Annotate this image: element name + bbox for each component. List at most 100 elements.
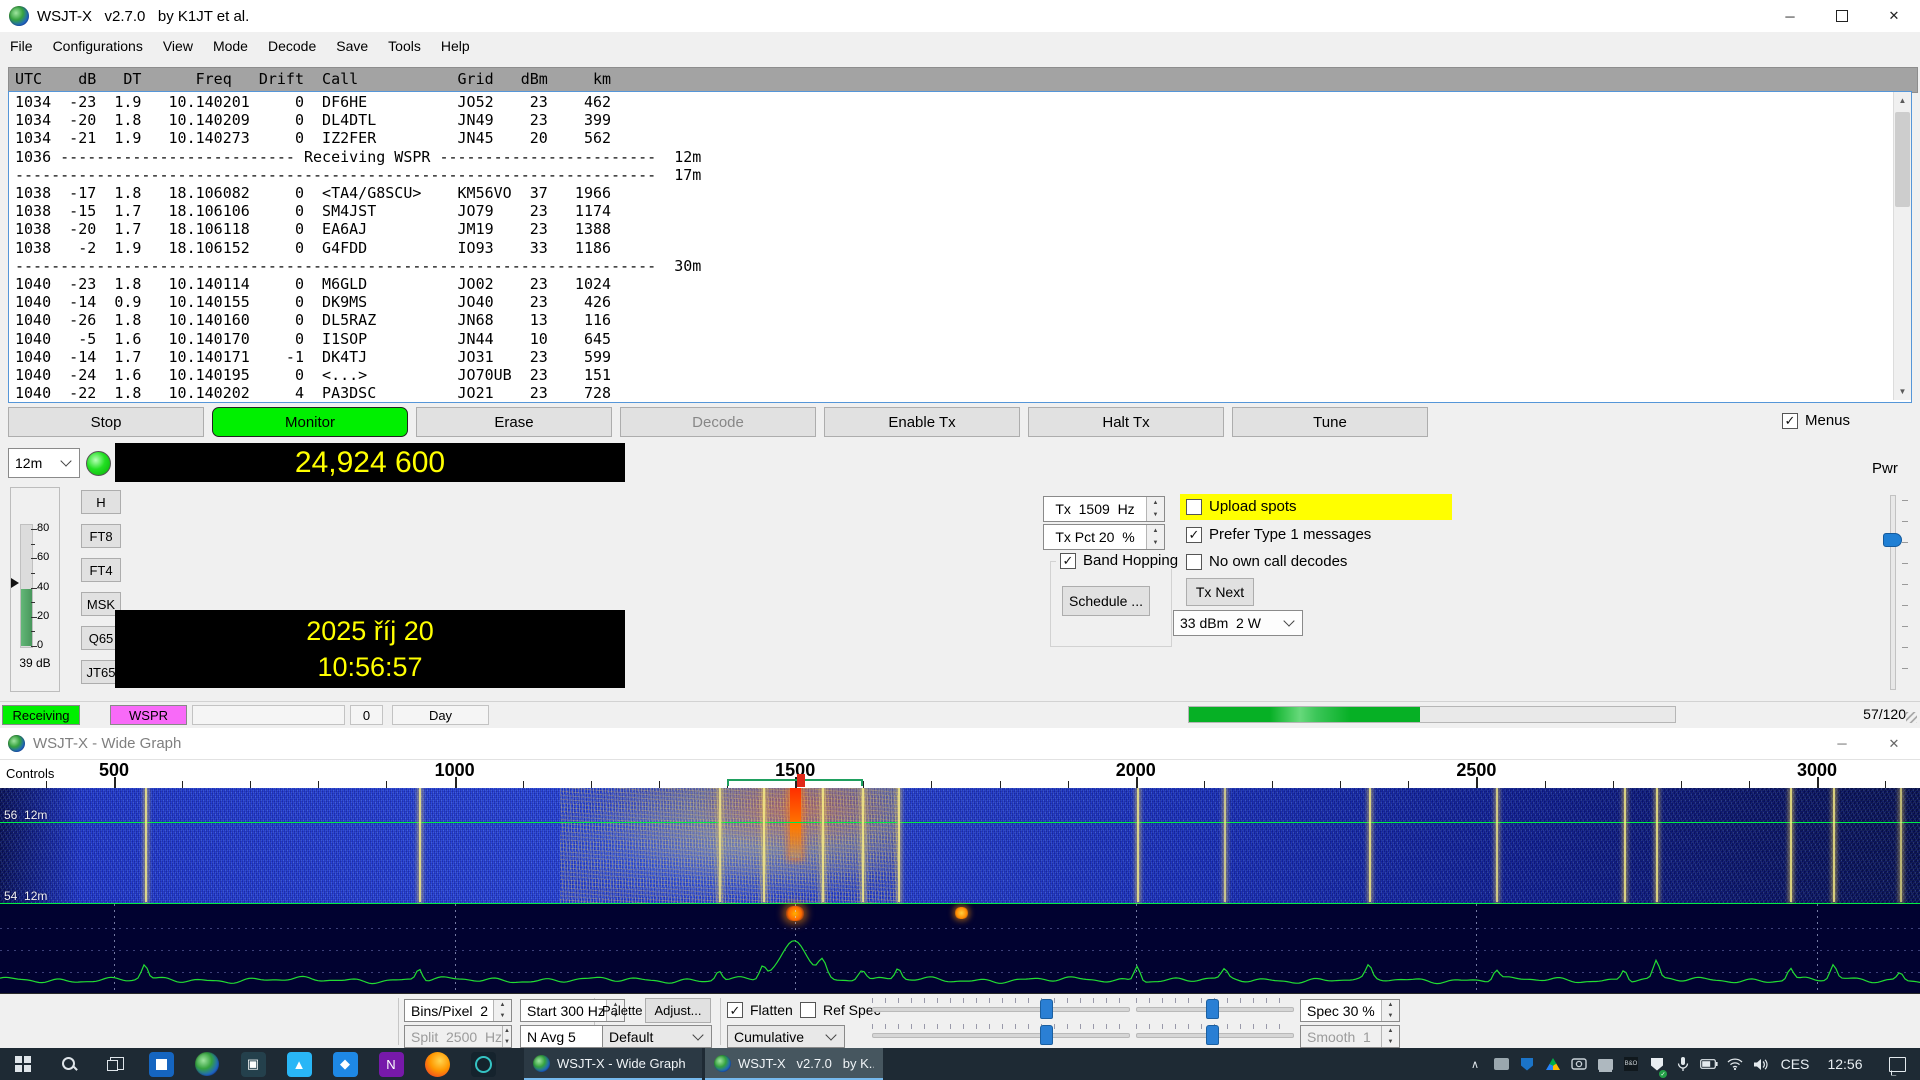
close-icon[interactable]: ✕ xyxy=(1868,728,1920,759)
search-button[interactable] xyxy=(46,1048,92,1080)
prefer-type1-row[interactable]: ✓ Prefer Type 1 messages xyxy=(1186,526,1371,543)
close-icon[interactable]: ✕ xyxy=(1868,0,1920,32)
palette-selector[interactable]: Default xyxy=(602,1025,712,1048)
band-hopping-checkbox[interactable]: ✓ xyxy=(1060,553,1076,569)
spin-down-icon[interactable]: ▼ xyxy=(494,1011,511,1022)
pinned-app-2[interactable]: ▣ xyxy=(230,1048,276,1080)
tx-frequency-marker[interactable] xyxy=(797,774,805,787)
slider-handle[interactable] xyxy=(1206,1025,1219,1045)
slider-handle[interactable] xyxy=(1206,999,1219,1019)
start-button[interactable] xyxy=(0,1048,46,1080)
menus-checkbox[interactable]: ✓ xyxy=(1782,413,1798,429)
split-spinner[interactable]: Split 2500 Hz ▲▼ xyxy=(404,1025,512,1048)
spin-up-icon[interactable]: ▲ xyxy=(1382,1026,1399,1037)
menu-tools[interactable]: Tools xyxy=(378,32,431,60)
monitor-button[interactable]: Monitor xyxy=(212,407,408,437)
controls-toggle[interactable]: Controls xyxy=(6,766,54,781)
menu-save[interactable]: Save xyxy=(326,32,378,60)
mode-button-ft8[interactable]: FT8 xyxy=(81,524,121,548)
spin-up-icon[interactable]: ▲ xyxy=(494,1000,511,1011)
waterfall-display[interactable]: 56 12m 54 12m xyxy=(0,788,1920,993)
spin-down-icon[interactable]: ▼ xyxy=(1147,537,1164,549)
adjust-button[interactable]: Adjust... xyxy=(645,998,711,1023)
enable-tx-button[interactable]: Enable Tx xyxy=(824,407,1020,437)
tune-button[interactable]: Tune xyxy=(1232,407,1428,437)
menu-help[interactable]: Help xyxy=(431,32,480,60)
pinned-app-5[interactable]: N xyxy=(368,1048,414,1080)
tray-google-drive-icon[interactable] xyxy=(1540,1048,1566,1080)
tray-app-window-icon[interactable] xyxy=(1488,1048,1514,1080)
tray-camera-icon[interactable] xyxy=(1566,1048,1592,1080)
wide-graph-titlebar[interactable]: WSJT-X - Wide Graph ─ ✕ xyxy=(0,728,1920,760)
decode-scrollbar[interactable]: ▲ ▼ xyxy=(1893,92,1911,400)
decode-button[interactable]: Decode xyxy=(620,407,816,437)
stop-button[interactable]: Stop xyxy=(8,407,204,437)
taskbar-window-wide-graph[interactable]: WSJT-X - Wide Graph xyxy=(524,1048,702,1080)
flatten-row[interactable]: ✓ Flatten xyxy=(727,1002,793,1018)
scrollbar-thumb[interactable] xyxy=(1895,112,1910,207)
waterfall-gain-slider[interactable] xyxy=(872,1007,1130,1012)
tray-touchpad-icon[interactable] xyxy=(1592,1048,1618,1080)
menu-view[interactable]: View xyxy=(153,32,203,60)
tray-microphone-icon[interactable] xyxy=(1670,1048,1696,1080)
action-center-icon[interactable] xyxy=(1874,1048,1920,1080)
scroll-up-icon[interactable]: ▲ xyxy=(1894,92,1911,109)
spec-pct-spinner[interactable]: Spec 30 % ▲▼ xyxy=(1300,999,1400,1022)
pwr-slider-track[interactable] xyxy=(1890,495,1896,690)
tray-wifi-icon[interactable] xyxy=(1722,1048,1748,1080)
tray-battery-icon[interactable] xyxy=(1696,1048,1722,1080)
halt-tx-button[interactable]: Halt Tx xyxy=(1028,407,1224,437)
prefer-type1-checkbox[interactable]: ✓ xyxy=(1186,527,1202,543)
no-own-call-checkbox[interactable]: ✓ xyxy=(1186,554,1202,570)
slider-handle[interactable] xyxy=(1040,999,1053,1019)
spin-up-icon[interactable]: ▲ xyxy=(1147,525,1164,537)
tray-defender-shield-icon[interactable] xyxy=(1514,1048,1540,1080)
band-selector[interactable]: 12m xyxy=(8,448,80,478)
tray-overflow-button[interactable]: ∧ xyxy=(1462,1048,1488,1080)
task-view-button[interactable] xyxy=(92,1048,138,1080)
spin-down-icon[interactable]: ▼ xyxy=(1147,509,1164,521)
spectrum-gain-slider[interactable] xyxy=(872,1033,1130,1038)
tray-volume-icon[interactable] xyxy=(1748,1048,1774,1080)
pinned-app-1[interactable] xyxy=(138,1048,184,1080)
tray-security-icon[interactable]: ✓ xyxy=(1644,1048,1670,1080)
menu-mode[interactable]: Mode xyxy=(203,32,258,60)
tray-language-indicator[interactable]: CES xyxy=(1774,1048,1816,1080)
upload-spots-checkbox[interactable]: ✓ xyxy=(1186,499,1202,515)
spin-down-icon[interactable]: ▼ xyxy=(503,1037,511,1048)
flatten-checkbox[interactable]: ✓ xyxy=(727,1002,743,1018)
tx-freq-spinner[interactable]: Tx 1509 Hz ▲▼ xyxy=(1043,496,1165,522)
minimize-icon[interactable]: ─ xyxy=(1816,728,1868,759)
spin-down-icon[interactable]: ▼ xyxy=(1382,1037,1399,1048)
menu-decode[interactable]: Decode xyxy=(258,32,326,60)
pinned-app-wsjtx[interactable] xyxy=(184,1048,230,1080)
spin-up-icon[interactable]: ▲ xyxy=(1382,1000,1399,1011)
main-titlebar[interactable]: WSJT-X v2.7.0 by K1JT et al. ─ ✕ xyxy=(0,0,1920,33)
spin-up-icon[interactable]: ▲ xyxy=(503,1026,511,1037)
pinned-app-6[interactable] xyxy=(460,1048,506,1080)
pinned-app-firefox[interactable] xyxy=(414,1048,460,1080)
slider-handle[interactable] xyxy=(1040,1025,1053,1045)
taskbar-window-main[interactable]: WSJT-X v2.7.0 by K... xyxy=(705,1048,883,1080)
band-hopping-row[interactable]: ✓ Band Hopping xyxy=(1056,552,1182,569)
menus-checkbox-row[interactable]: ✓ Menus xyxy=(1782,412,1850,429)
maximize-icon[interactable] xyxy=(1816,0,1868,32)
tx-pct-spinner[interactable]: Tx Pct 20 % ▲▼ xyxy=(1043,524,1165,550)
upload-spots-row[interactable]: ✓ Upload spots xyxy=(1186,498,1297,515)
schedule-button[interactable]: Schedule ... xyxy=(1062,586,1150,616)
tx-next-button[interactable]: Tx Next xyxy=(1186,578,1254,606)
power-selector[interactable]: 33 dBm 2 W xyxy=(1173,610,1303,636)
minimize-icon[interactable]: ─ xyxy=(1764,0,1816,32)
no-own-call-row[interactable]: ✓ No own call decodes xyxy=(1186,553,1347,570)
ref-spec-checkbox[interactable]: ✓ xyxy=(800,1002,816,1018)
bins-pixel-spinner[interactable]: Bins/Pixel 2 ▲▼ xyxy=(404,999,512,1022)
smooth-spinner[interactable]: Smooth 1 ▲▼ xyxy=(1300,1025,1400,1048)
tray-bang-olufsen-icon[interactable]: B&O xyxy=(1618,1048,1644,1080)
mode-button-ft4[interactable]: FT4 xyxy=(81,558,121,582)
scroll-down-icon[interactable]: ▼ xyxy=(1894,383,1911,400)
pwr-slider-handle[interactable] xyxy=(1883,533,1902,547)
pinned-app-3[interactable]: ▲ xyxy=(276,1048,322,1080)
display-mode-selector[interactable]: Cumulative xyxy=(727,1025,845,1048)
decode-text-area[interactable]: 1034 -23 1.9 10.140201 0 DF6HE JO52 23 4… xyxy=(8,91,1912,403)
erase-button[interactable]: Erase xyxy=(416,407,612,437)
